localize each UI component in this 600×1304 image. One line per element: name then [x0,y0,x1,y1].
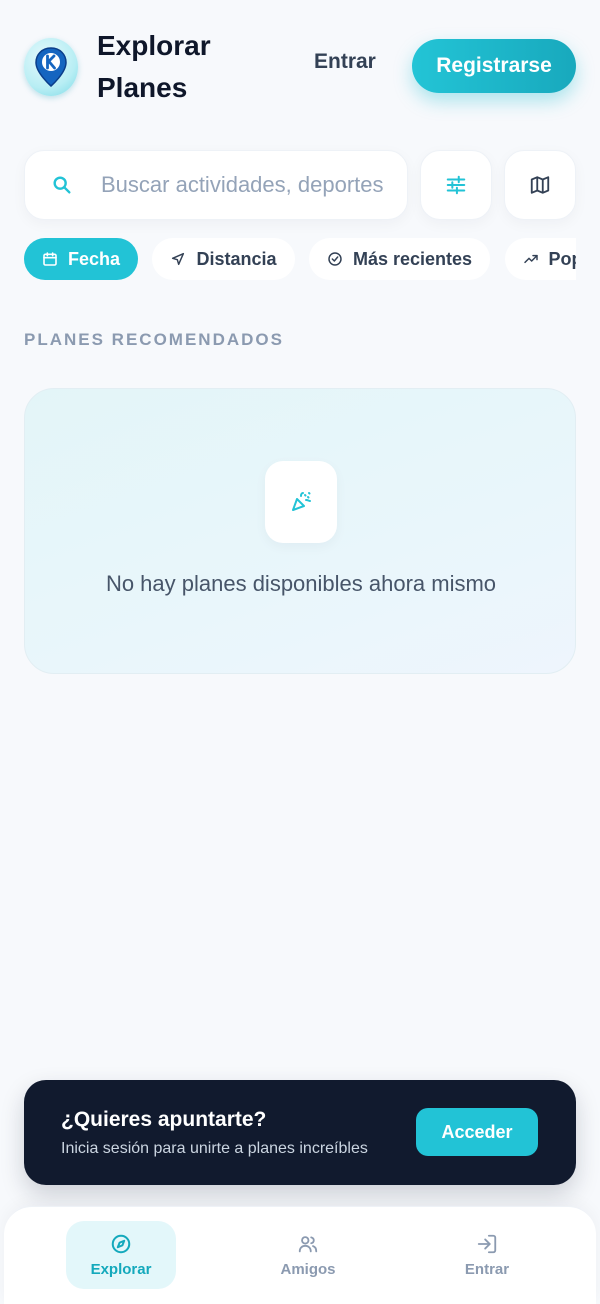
nav-label: Amigos [280,1260,336,1278]
app-logo[interactable] [24,38,78,96]
map-icon [530,176,550,194]
compass-icon [111,1234,131,1253]
chip-mas-recientes[interactable]: Más recientes [308,238,491,280]
nav-item-explorar[interactable]: Explorar [66,1221,176,1289]
access-button[interactable]: Acceder [416,1108,538,1156]
chip-label: Fecha [68,248,121,269]
search-box[interactable] [24,150,408,220]
empty-state-icon-box [265,461,337,543]
login-link[interactable]: Entrar [314,50,376,74]
chip-label: Populares [548,248,576,269]
empty-state-card: No hay planes disponibles ahora mismo [24,388,576,674]
chip-distancia[interactable]: Distancia [152,238,295,280]
nav-item-entrar[interactable]: Entrar [432,1221,542,1289]
cta-subtitle: Inicia sesión para unirte a planes incre… [61,1140,368,1157]
search-input[interactable] [101,172,401,198]
log-in-icon [477,1234,497,1253]
chip-label: Más recientes [352,248,473,269]
navigation-icon [172,252,185,266]
filters-button[interactable] [420,150,492,220]
trending-up-icon [523,254,538,264]
location-pin-k-icon [35,47,67,87]
nav-item-amigos[interactable]: Amigos [253,1221,363,1289]
chip-label: Distancia [196,248,277,269]
search-icon [53,176,71,194]
cta-title: ¿Quieres apuntarte? [61,1108,267,1131]
empty-state-message: No hay planes disponibles ahora mismo [105,571,497,596]
bottom-nav: Explorar Amigos Entrar [4,1206,596,1304]
users-icon [298,1235,318,1252]
nav-label: Explorar [90,1260,152,1278]
login-cta-banner: ¿Quieres apuntarte? Inicia sesión para u… [24,1080,576,1185]
app-header: Explorar Planes Entrar Registrarse [24,28,576,106]
map-button[interactable] [504,150,576,220]
badge-check-icon [328,252,342,266]
nav-label: Entrar [464,1260,510,1278]
chip-populares[interactable]: Populares [504,238,576,280]
calendar-icon [43,252,57,266]
sliders-icon [446,175,466,195]
chip-fecha[interactable]: Fecha [24,238,139,280]
register-button[interactable]: Registrarse [412,39,576,93]
page-title: Explorar Planes [97,30,211,103]
search-row [24,150,576,220]
party-popper-icon [292,492,311,511]
section-heading: PLANES RECOMENDADOS [24,330,284,349]
filter-chips: Fecha Distancia Más recientes Populares [24,238,576,282]
